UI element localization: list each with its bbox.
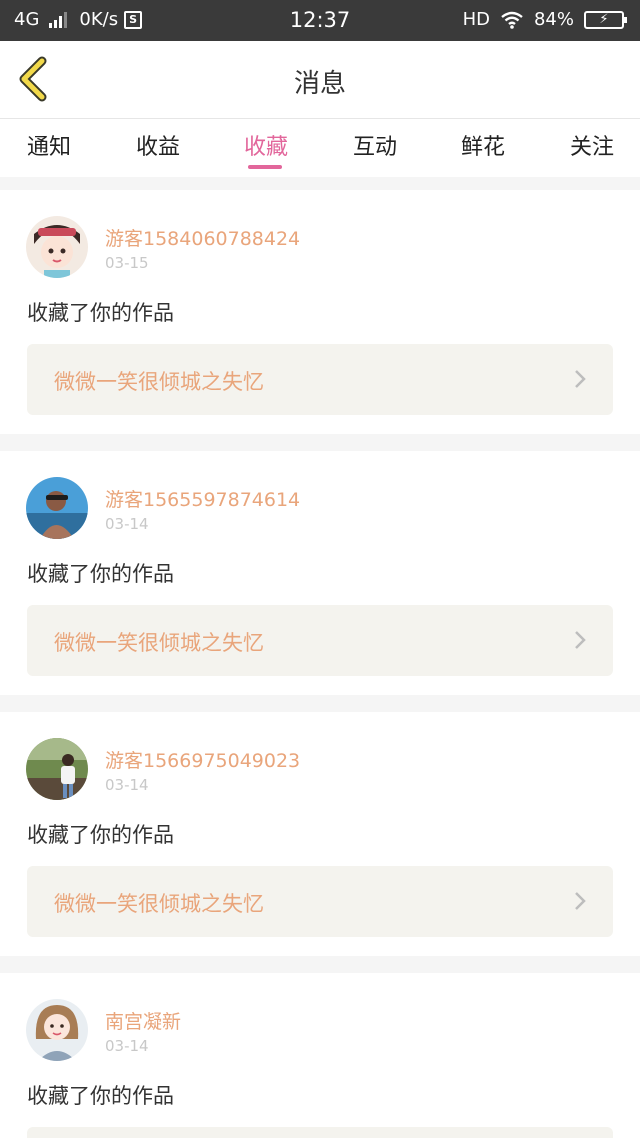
username[interactable]: 游客1566975049023 [105, 746, 300, 773]
chevron-right-icon [575, 370, 586, 388]
battery-percent: 84% [533, 9, 574, 30]
status-right: HD 84% ⚡ [462, 9, 627, 30]
work-link[interactable]: 微微一笑很倾城之失忆 [27, 605, 613, 676]
message-date: 03-15 [105, 254, 149, 272]
avatar[interactable] [26, 216, 88, 278]
message-date: 03-14 [105, 515, 149, 533]
work-link[interactable]: 微微一笑很倾城之失忆 [27, 866, 613, 937]
page-title: 消息 [293, 69, 346, 99]
avatar[interactable] [26, 999, 88, 1061]
avatar[interactable] [26, 477, 88, 539]
active-tab-indicator [248, 165, 282, 169]
message-date: 03-14 [105, 776, 149, 794]
work-title: 微微一笑很倾城之失忆 [54, 892, 264, 916]
tab-interaction[interactable]: 互动 [330, 129, 420, 161]
username[interactable]: 游客1584060788424 [105, 224, 300, 251]
tab-earnings[interactable]: 收益 [113, 129, 203, 161]
message-action: 收藏了你的作品 [27, 562, 174, 586]
chevron-right-icon [575, 892, 586, 910]
tab-notice[interactable]: 通知 [4, 129, 94, 161]
work-title: 微微一笑很倾城之失忆 [54, 631, 264, 655]
message-card: 游客1566975049023 03-14 收藏了你的作品 微微一笑很倾城之失忆 [0, 712, 640, 956]
chevron-right-icon [575, 631, 586, 649]
message-card: 游客1584060788424 03-15 收藏了你的作品 微微一笑很倾城之失忆 [0, 190, 640, 434]
status-bar: 4G 0K/s S 12:37 HD 84% ⚡ [0, 0, 640, 41]
tab-follow[interactable]: 关注 [547, 129, 637, 161]
work-link[interactable] [27, 1127, 613, 1138]
message-card: 南宫凝新 03-14 收藏了你的作品 [0, 973, 640, 1138]
wifi-icon [501, 11, 523, 29]
battery-icon: ⚡ [584, 10, 627, 29]
message-action: 收藏了你的作品 [27, 823, 174, 847]
nav-bar: 消息 [0, 41, 640, 119]
tab-bar: 通知 收益 收藏 互动 鲜花 关注 [0, 119, 640, 177]
work-link[interactable]: 微微一笑很倾城之失忆 [27, 344, 613, 415]
username[interactable]: 游客1565597874614 [105, 485, 300, 512]
hd-label: HD [462, 9, 490, 30]
message-action: 收藏了你的作品 [27, 1084, 174, 1108]
tab-favorites[interactable]: 收藏 [221, 129, 311, 161]
avatar[interactable] [26, 738, 88, 800]
message-action: 收藏了你的作品 [27, 301, 174, 325]
work-title: 微微一笑很倾城之失忆 [54, 370, 264, 394]
tab-flowers[interactable]: 鲜花 [438, 129, 528, 161]
message-card: 游客1565597874614 03-14 收藏了你的作品 微微一笑很倾城之失忆 [0, 451, 640, 695]
username[interactable]: 南宫凝新 [105, 1007, 181, 1034]
message-date: 03-14 [105, 1037, 149, 1055]
